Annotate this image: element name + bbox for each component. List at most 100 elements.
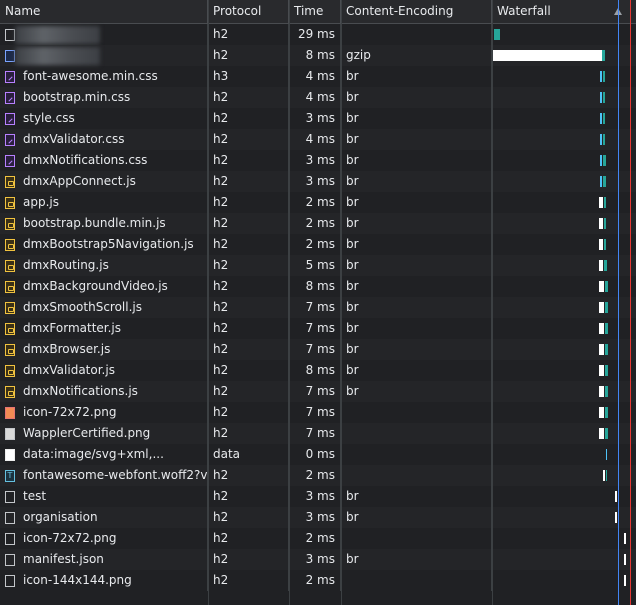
name-cell[interactable]: Tfontawesome-webfont.woff2?v... [0,465,208,486]
time-value: 4 ms [305,90,335,104]
request-row[interactable]: organisation h2 3 ms br [0,507,636,528]
request-row[interactable]: dmxValidator.js h2 8 ms br [0,360,636,381]
name-cell[interactable]: dmxValidator.css [0,129,208,150]
request-row[interactable]: dmxBootstrap5Navigation.js h2 2 ms br [0,234,636,255]
name-cell[interactable]: app.js [0,192,208,213]
request-row[interactable]: dmxNotifications.css h2 3 ms br [0,150,636,171]
name-cell[interactable]: dmxNotifications.css [0,150,208,171]
request-row[interactable]: data:image/svg+xml,... data 0 ms [0,444,636,465]
request-name: dmxAppConnect.js [23,174,136,188]
name-cell[interactable]: bootstrap.min.css [0,87,208,108]
name-cell[interactable]: WapplerCertified.png [0,423,208,444]
name-cell[interactable]: dmxBrowser.js [0,339,208,360]
protocol-cell: h2 [208,234,289,255]
waterfall-cell [492,213,636,234]
timing-bar [606,449,607,460]
request-row[interactable]: dmxFormatter.js h2 7 ms br [0,318,636,339]
name-cell[interactable]: font-awesome.min.css [0,66,208,87]
time-cell: 4 ms [289,87,341,108]
content-encoding-cell: br [341,66,492,87]
name-cell[interactable]: bootstrap.bundle.min.js [0,213,208,234]
request-row[interactable]: style.css h2 3 ms br [0,108,636,129]
timing-bar [615,512,617,523]
protocol-cell: h2 [208,45,289,66]
request-row[interactable]: h2 29 ms [0,24,636,45]
request-row[interactable]: app.js h2 2 ms br [0,192,636,213]
request-row[interactable]: dmxBackgroundVideo.js h2 8 ms br [0,276,636,297]
protocol-cell: h2 [208,402,289,423]
request-row[interactable]: dmxBrowser.js h2 7 ms br [0,339,636,360]
protocol-cell: h2 [208,360,289,381]
content-encoding-cell: br [341,318,492,339]
name-cell[interactable] [0,24,208,45]
request-row[interactable]: dmxAppConnect.js h2 3 ms br [0,171,636,192]
protocol-cell: h2 [208,570,289,591]
request-row[interactable]: dmxRouting.js h2 5 ms br [0,255,636,276]
time-value: 3 ms [305,552,335,566]
content-encoding-cell [341,570,492,591]
time-cell: 5 ms [289,255,341,276]
request-row[interactable]: icon-72x72.png h2 2 ms [0,528,636,549]
request-row[interactable]: bootstrap.min.css h2 4 ms br [0,87,636,108]
name-cell[interactable]: dmxBackgroundVideo.js [0,276,208,297]
name-cell[interactable]: dmxFormatter.js [0,318,208,339]
column-header-content-encoding[interactable]: Content-Encoding [341,0,492,23]
request-row[interactable]: manifest.json h2 3 ms br [0,549,636,570]
request-name: organisation [23,510,98,524]
script-icon [5,364,15,377]
script-icon [5,322,15,335]
request-row[interactable]: WapplerCertified.png h2 7 ms [0,423,636,444]
name-cell[interactable]: data:image/svg+xml,... [0,444,208,465]
request-row[interactable]: icon-144x144.png h2 2 ms [0,570,636,591]
waterfall-cell [492,192,636,213]
time-value: 2 ms [305,216,335,230]
timing-bar [599,239,603,250]
name-cell[interactable]: dmxBootstrap5Navigation.js [0,234,208,255]
protocol-cell: data [208,444,289,465]
time-cell: 7 ms [289,297,341,318]
column-header-time[interactable]: Time [289,0,341,23]
time-value: 7 ms [305,384,335,398]
column-header-name[interactable]: Name [0,0,208,23]
request-row[interactable]: dmxNotifications.js h2 7 ms br [0,381,636,402]
protocol-cell: h2 [208,486,289,507]
name-cell[interactable]: test [0,486,208,507]
request-row[interactable]: dmxSmoothScroll.js h2 7 ms br [0,297,636,318]
request-name: test [23,489,47,503]
name-cell[interactable]: dmxRouting.js [0,255,208,276]
column-header-protocol[interactable]: Protocol [208,0,289,23]
request-row[interactable]: icon-72x72.png h2 7 ms [0,402,636,423]
name-cell[interactable]: dmxAppConnect.js [0,171,208,192]
name-cell[interactable]: icon-72x72.png [0,402,208,423]
waterfall-cell [492,549,636,570]
time-cell: 7 ms [289,318,341,339]
request-name: dmxBrowser.js [23,342,111,356]
request-row[interactable]: test h2 3 ms br [0,486,636,507]
name-cell[interactable]: dmxSmoothScroll.js [0,297,208,318]
request-row[interactable]: dmxValidator.css h2 4 ms br [0,129,636,150]
time-value: 3 ms [305,111,335,125]
name-cell[interactable]: manifest.json [0,549,208,570]
column-header-waterfall[interactable]: Waterfall [492,0,636,23]
request-row[interactable]: bootstrap.bundle.min.js h2 2 ms br [0,213,636,234]
request-row[interactable]: font-awesome.min.css h3 4 ms br [0,66,636,87]
request-row[interactable]: h2 8 ms gzip [0,45,636,66]
timing-bar [605,344,608,355]
content-encoding-cell: br [341,150,492,171]
name-cell[interactable]: dmxNotifications.js [0,381,208,402]
network-table: Name Protocol Time Content-Encoding Wate… [0,0,636,591]
name-cell[interactable] [0,45,208,66]
name-cell[interactable]: style.css [0,108,208,129]
name-cell[interactable]: icon-72x72.png [0,528,208,549]
request-row[interactable]: Tfontawesome-webfont.woff2?v... h2 2 ms [0,465,636,486]
waterfall-label: Waterfall [497,4,551,18]
content-encoding-cell: br [341,339,492,360]
name-cell[interactable]: organisation [0,507,208,528]
time-cell: 8 ms [289,360,341,381]
name-cell[interactable]: icon-144x144.png [0,570,208,591]
name-cell[interactable]: dmxValidator.js [0,360,208,381]
time-value: 2 ms [305,468,335,482]
timing-bar [599,218,603,229]
waterfall-cell [492,234,636,255]
timing-bar [605,428,608,439]
